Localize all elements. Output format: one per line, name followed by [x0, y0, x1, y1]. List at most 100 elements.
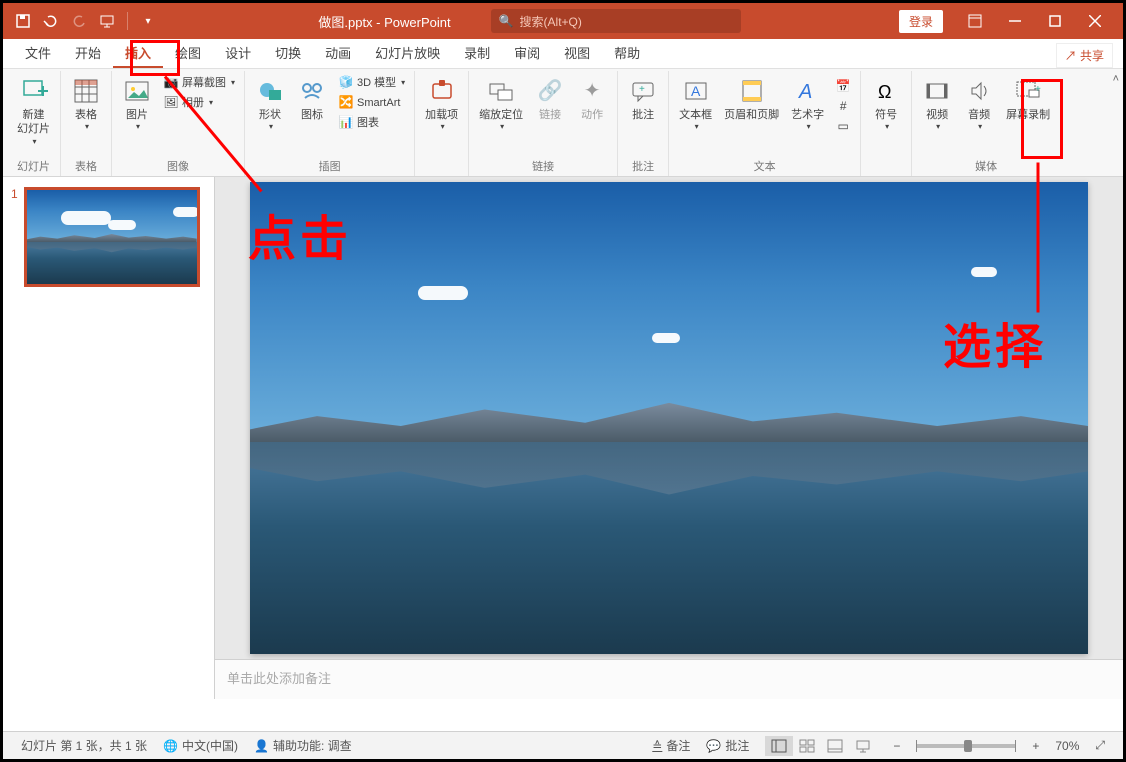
wordart-icon: A: [793, 76, 823, 106]
textbox-icon: A: [681, 76, 711, 106]
fit-to-window-button[interactable]: ⤢: [1087, 738, 1113, 753]
ribbon: 新建 幻灯片▾ 幻灯片 表格▾ 表格 图片▾ 📷屏幕截图▾ 🖼相册▾ 图像: [3, 69, 1123, 177]
ribbon-display-options[interactable]: [955, 3, 995, 39]
screen-recording-button[interactable]: + 屏幕录制: [1002, 73, 1054, 125]
album-icon: 🖼: [163, 95, 179, 111]
date-time-button[interactable]: 📅: [832, 77, 854, 97]
thumbnail-slide-1[interactable]: [24, 187, 200, 287]
notes-pane[interactable]: 单击此处添加备注: [215, 659, 1123, 699]
group-illustrations: 形状▾ 图标 🧊3D 模型▾ 🔀SmartArt 📊图表 插图: [245, 71, 415, 176]
normal-view-button[interactable]: [765, 736, 793, 756]
new-slide-button[interactable]: 新建 幻灯片▾: [13, 73, 54, 150]
video-button[interactable]: 视频▾: [918, 73, 956, 136]
wordart-button[interactable]: A 艺术字▾: [787, 73, 828, 136]
qat-dropdown[interactable]: ▾: [136, 9, 160, 33]
tab-transitions[interactable]: 切换: [263, 39, 313, 68]
date-icon: 📅: [835, 79, 851, 95]
object-icon: ▭: [835, 119, 851, 135]
tab-file[interactable]: 文件: [13, 39, 63, 68]
group-slides: 新建 幻灯片▾ 幻灯片: [7, 71, 61, 176]
action-icon: ✦: [577, 76, 607, 106]
screenshot-button[interactable]: 📷屏幕截图▾: [160, 73, 238, 93]
slideshow-from-start-button[interactable]: [95, 9, 119, 33]
statusbar: 幻灯片 第 1 张，共 1 张 🌐中文(中国) 👤辅助功能: 调查 ≙备注 💬批…: [3, 731, 1123, 759]
undo-button[interactable]: [39, 9, 63, 33]
action-button[interactable]: ✦ 动作: [573, 73, 611, 125]
3d-model-button[interactable]: 🧊3D 模型▾: [335, 73, 408, 93]
tab-slideshow[interactable]: 幻灯片放映: [363, 39, 452, 68]
tell-me-search[interactable]: 🔍 搜索(Alt+Q): [491, 9, 741, 33]
thumbnail-image: [27, 190, 197, 284]
slide-canvas-area[interactable]: [215, 177, 1123, 659]
accessibility-status[interactable]: 👤辅助功能: 调查: [246, 737, 360, 754]
video-icon: [922, 76, 952, 106]
collapse-ribbon-button[interactable]: ˄: [1113, 73, 1119, 85]
slide-count-status[interactable]: 幻灯片 第 1 张，共 1 张: [13, 737, 155, 754]
tab-view[interactable]: 视图: [552, 39, 602, 68]
slide-image[interactable]: [250, 182, 1088, 654]
zoom-in-button[interactable]: +: [1024, 739, 1047, 753]
notes-toggle[interactable]: ≙备注: [644, 737, 698, 754]
tab-animations[interactable]: 动画: [313, 39, 363, 68]
tab-record[interactable]: 录制: [452, 39, 502, 68]
table-button[interactable]: 表格▾: [67, 73, 105, 136]
reading-view-button[interactable]: [821, 736, 849, 756]
header-footer-icon: [737, 76, 767, 106]
search-icon: 🔍: [499, 14, 514, 28]
symbol-button[interactable]: Ω 符号▾: [867, 73, 905, 136]
search-placeholder: 搜索(Alt+Q): [520, 13, 582, 30]
smartart-button[interactable]: 🔀SmartArt: [335, 93, 408, 113]
minimize-button[interactable]: [995, 3, 1035, 39]
addins-button[interactable]: 加载项▾: [421, 73, 462, 136]
tab-home[interactable]: 开始: [63, 39, 113, 68]
audio-icon: [964, 76, 994, 106]
textbox-button[interactable]: A 文本框▾: [675, 73, 716, 136]
save-button[interactable]: [11, 9, 35, 33]
audio-button[interactable]: 音频▾: [960, 73, 998, 136]
number-icon: #: [835, 99, 851, 115]
album-button[interactable]: 🖼相册▾: [160, 93, 238, 113]
quick-access-toolbar: ▾: [11, 9, 160, 33]
zoom-slider[interactable]: [916, 744, 1016, 748]
slide-canvas[interactable]: [250, 182, 1088, 654]
header-footer-button[interactable]: 页眉和页脚: [720, 73, 783, 125]
picture-button[interactable]: 图片▾: [118, 73, 156, 136]
slideshow-view-button[interactable]: [849, 736, 877, 756]
tab-draw[interactable]: 绘图: [163, 39, 213, 68]
slide-number-button[interactable]: #: [832, 97, 854, 117]
maximize-button[interactable]: [1035, 3, 1075, 39]
tab-insert[interactable]: 插入: [113, 39, 163, 68]
login-button[interactable]: 登录: [899, 10, 943, 33]
tab-design[interactable]: 设计: [213, 39, 263, 68]
zoom-percent[interactable]: 70%: [1047, 739, 1087, 753]
sorter-view-button[interactable]: [793, 736, 821, 756]
svg-text:+: +: [1035, 84, 1041, 95]
close-button[interactable]: [1075, 3, 1115, 39]
thumbnail-number: 1: [11, 187, 18, 287]
addins-icon: [427, 76, 457, 106]
svg-text:Ω: Ω: [878, 82, 891, 102]
slide-thumbnails-panel[interactable]: 1: [3, 177, 215, 699]
comments-toggle[interactable]: 💬批注: [698, 737, 757, 754]
svg-text:A: A: [691, 83, 701, 99]
svg-text:A: A: [798, 81, 812, 103]
zoom-icon: [486, 76, 516, 106]
icons-button[interactable]: 图标: [293, 73, 331, 125]
tab-review[interactable]: 审阅: [502, 39, 552, 68]
comment-icon: +: [628, 76, 658, 106]
object-button[interactable]: ▭: [832, 117, 854, 137]
tab-help[interactable]: 帮助: [602, 39, 652, 68]
svg-text:+: +: [639, 84, 645, 95]
zoom-out-button[interactable]: −: [885, 739, 908, 753]
shapes-button[interactable]: 形状▾: [251, 73, 289, 136]
chart-button[interactable]: 📊图表: [335, 113, 408, 133]
comment-button[interactable]: + 批注: [624, 73, 662, 125]
language-status[interactable]: 🌐中文(中国): [155, 737, 246, 754]
globe-icon: 🌐: [163, 739, 178, 753]
link-button[interactable]: 🔗 链接: [531, 73, 569, 125]
redo-button[interactable]: [67, 9, 91, 33]
screenshot-icon: 📷: [163, 75, 179, 91]
zoom-button[interactable]: 缩放定位▾: [475, 73, 527, 136]
titlebar: ▾ 做图.pptx - PowerPoint 🔍 搜索(Alt+Q) 登录: [3, 3, 1123, 39]
share-button[interactable]: ↗ 共享: [1056, 43, 1113, 68]
